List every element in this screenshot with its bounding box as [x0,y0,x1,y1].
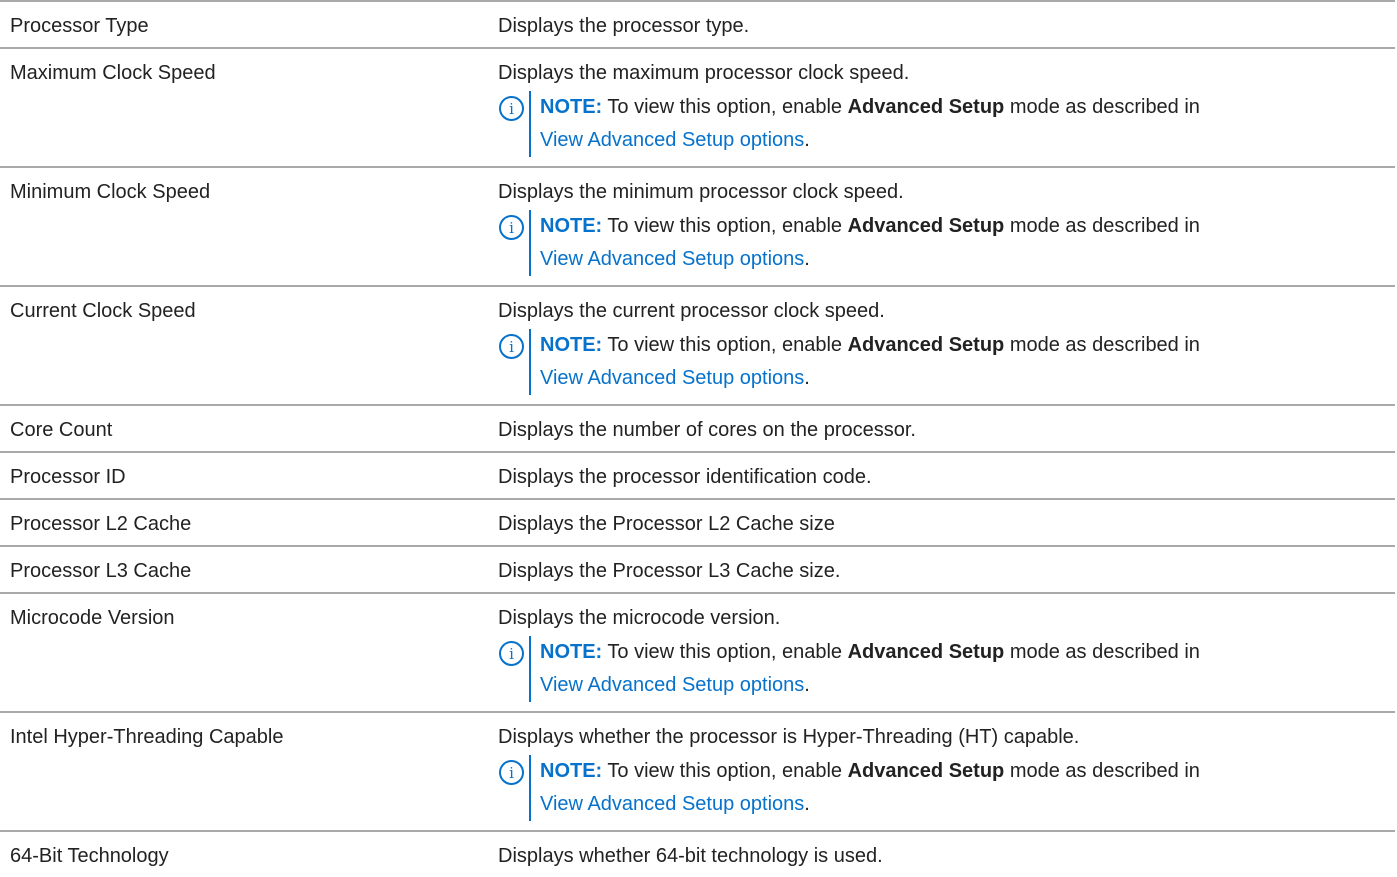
note-text-after: mode as described in [1004,215,1200,237]
note-label: NOTE: [540,334,603,356]
option-description: Displays the minimum processor clock spe… [498,181,904,203]
info-circle-icon: i [499,641,524,666]
table-row: Core Count Displays the number of cores … [0,404,1395,451]
table-row: Processor Type Displays the processor ty… [0,0,1395,47]
note-text: NOTE: To view this option, enable Advanc… [540,329,1380,395]
note-divider [529,210,531,276]
note-text-before: To view this option, enable [602,215,848,237]
table-row: 64-Bit Technology Displays whether 64-bi… [0,830,1395,875]
note-text: NOTE: To view this option, enable Advanc… [540,636,1380,702]
advanced-setup-link[interactable]: View Advanced Setup options [540,367,804,389]
svg-text:i: i [509,338,514,356]
option-description: Displays the Processor L2 Cache size [498,513,835,535]
note-end: . [804,248,810,270]
svg-text:i: i [509,100,514,118]
svg-text:i: i [509,219,514,237]
note-text-before: To view this option, enable [602,760,848,782]
note-text-before: To view this option, enable [602,334,848,356]
option-description: Displays the processor type. [498,15,750,37]
note-text-after: mode as described in [1004,334,1200,356]
note-text-before: To view this option, enable [602,96,848,118]
advanced-setup-link[interactable]: View Advanced Setup options [540,793,804,815]
note-box: i NOTE: To view this option, enable Adva… [498,91,1378,157]
note-box: i NOTE: To view this option, enable Adva… [498,755,1378,821]
option-name: Processor Type [10,15,149,37]
advanced-setup-link[interactable]: View Advanced Setup options [540,129,804,151]
advanced-setup-term: Advanced Setup [847,96,1005,118]
note-end: . [804,674,810,696]
option-name: Core Count [10,419,113,441]
table-row: Processor ID Displays the processor iden… [0,451,1395,498]
table-row: Intel Hyper-Threading Capable Displays w… [0,711,1395,830]
option-name: Intel Hyper-Threading Capable [10,726,284,748]
advanced-setup-term: Advanced Setup [847,334,1005,356]
option-name: Processor L2 Cache [10,513,192,535]
table-row: Maximum Clock Speed Displays the maximum… [0,47,1395,166]
note-box: i NOTE: To view this option, enable Adva… [498,210,1378,276]
note-end: . [804,793,810,815]
option-name: Processor L3 Cache [10,560,192,582]
note-text-after: mode as described in [1004,641,1200,663]
advanced-setup-term: Advanced Setup [847,641,1005,663]
note-divider [529,91,531,157]
option-name: Maximum Clock Speed [10,62,216,84]
option-name: Microcode Version [10,607,175,629]
note-text-after: mode as described in [1004,96,1200,118]
option-description: Displays the microcode version. [498,607,781,629]
info-circle-icon: i [499,334,524,359]
note-end: . [804,129,810,151]
svg-text:i: i [509,645,514,663]
note-divider [529,755,531,821]
note-end: . [804,367,810,389]
advanced-setup-link[interactable]: View Advanced Setup options [540,248,804,270]
note-text-before: To view this option, enable [602,641,848,663]
processor-info-table: Processor Type Displays the processor ty… [0,0,1395,875]
note-text: NOTE: To view this option, enable Advanc… [540,755,1380,821]
table-row: Processor L2 Cache Displays the Processo… [0,498,1395,545]
option-description: Displays whether the processor is Hyper-… [498,726,1080,748]
note-box: i NOTE: To view this option, enable Adva… [498,329,1378,395]
option-name: Minimum Clock Speed [10,181,211,203]
note-text-after: mode as described in [1004,760,1200,782]
note-divider [529,329,531,395]
note-label: NOTE: [540,760,603,782]
option-description: Displays the Processor L3 Cache size. [498,560,841,582]
option-name: 64-Bit Technology [10,845,169,867]
info-circle-icon: i [499,760,524,785]
note-box: i NOTE: To view this option, enable Adva… [498,636,1378,702]
option-description: Displays whether 64-bit technology is us… [498,845,883,867]
note-label: NOTE: [540,96,603,118]
svg-text:i: i [509,764,514,782]
note-label: NOTE: [540,641,603,663]
option-name: Current Clock Speed [10,300,196,322]
option-description: Displays the current processor clock spe… [498,300,885,322]
note-text: NOTE: To view this option, enable Advanc… [540,210,1380,276]
option-description: Displays the number of cores on the proc… [498,419,916,441]
table-row: Processor L3 Cache Displays the Processo… [0,545,1395,592]
option-description: Displays the maximum processor clock spe… [498,62,910,84]
table-row: Minimum Clock Speed Displays the minimum… [0,166,1395,285]
note-label: NOTE: [540,215,603,237]
advanced-setup-term: Advanced Setup [847,215,1005,237]
info-circle-icon: i [499,96,524,121]
option-name: Processor ID [10,466,126,488]
table-row: Current Clock Speed Displays the current… [0,285,1395,404]
advanced-setup-term: Advanced Setup [847,760,1005,782]
advanced-setup-link[interactable]: View Advanced Setup options [540,674,804,696]
info-circle-icon: i [499,215,524,240]
note-divider [529,636,531,702]
note-text: NOTE: To view this option, enable Advanc… [540,91,1380,157]
option-description: Displays the processor identification co… [498,466,872,488]
table-row: Microcode Version Displays the microcode… [0,592,1395,711]
